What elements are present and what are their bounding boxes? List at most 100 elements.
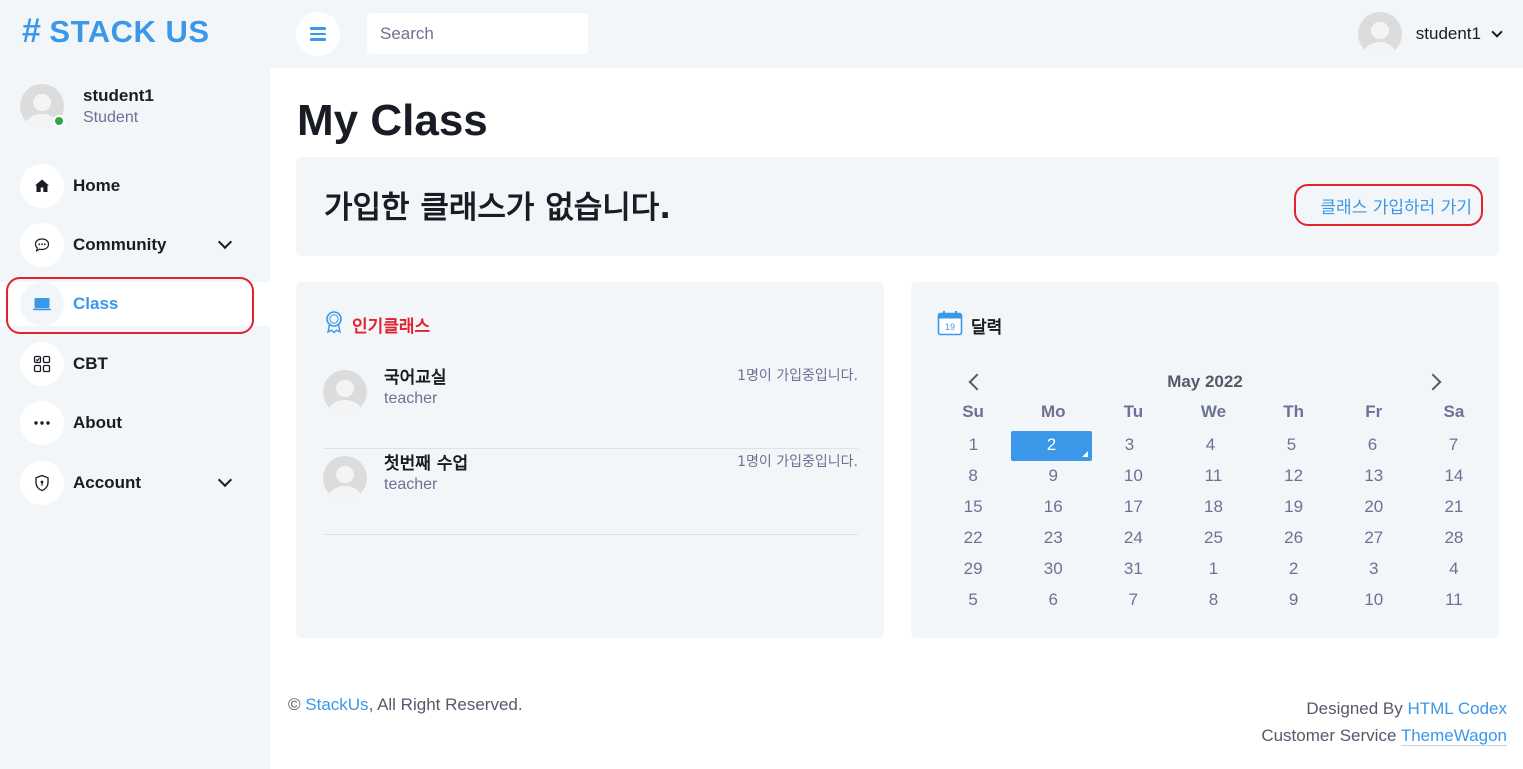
ellipsis-icon [20,401,64,445]
calendar-day[interactable]: 4 [1414,555,1494,586]
calendar-day[interactable]: 28 [1414,524,1494,555]
calendar-weekday: Sa [1443,402,1465,421]
sidebar-item-label: Account [73,473,141,492]
calendar-day[interactable]: 12 [1254,462,1334,493]
calendar-icon: 19 [937,310,963,341]
calendar-day[interactable]: 7 [1093,586,1173,617]
calendar-day[interactable]: 4 [1170,431,1251,462]
sidebar-user: student1 Student [20,84,154,128]
calendar-day[interactable]: 3 [1089,431,1170,462]
calendar-grid: Su Mo Tu We Th Fr Sa 1 2 3 4 5 6 7 8 9 10 11 12 13 14 15 16 17 1… [933,400,1494,617]
calendar-month-label: May 2022 [1167,372,1243,391]
online-status-dot [53,115,65,127]
copyright-symbol: © [288,695,301,714]
calendar-card: 19 달력 May 2022 Su Mo Tu We Th Fr Sa 1 2 3 4 5 6 7 8 9 10… [911,282,1499,638]
calendar-day[interactable]: 1 [1173,555,1253,586]
sidebar-item-class[interactable]: Class [0,282,270,326]
sidebar-item-account[interactable]: Account [20,461,250,505]
calendar-day[interactable]: 15 [933,493,1013,524]
calendar-weekday: Fr [1365,402,1383,421]
calendar-day[interactable]: 9 [1254,586,1334,617]
stackus-link[interactable]: StackUs [305,695,368,714]
calendar-day[interactable]: 2 [1254,555,1334,586]
calendar-day[interactable]: 29 [933,555,1013,586]
brand-name: STACK US [49,13,210,49]
calendar-day[interactable]: 10 [1093,462,1173,493]
calendar-day[interactable]: 8 [933,462,1013,493]
calendar-week-row: 15 16 17 18 19 20 21 [933,493,1494,524]
sidebar-item-label: Community [73,235,167,254]
calendar-day[interactable]: 27 [1334,524,1414,555]
brand-logo[interactable]: # STACK US [22,12,210,51]
calendar-day[interactable]: 11 [1173,462,1253,493]
class-teacher: teacher [384,390,438,407]
avatar [323,370,367,414]
sidebar-item-label: About [73,413,123,432]
calendar-day[interactable]: 6 [1013,586,1093,617]
no-class-notice: 가입한 클래스가 없습니다. 클래스 가입하러 가기 [296,157,1499,256]
calendar-day[interactable]: 9 [1013,462,1093,493]
class-list-item[interactable]: 첫번째 수업 teacher 1명이 가입중입니다. [323,449,858,535]
calendar-day[interactable]: 19 [1254,493,1334,524]
class-teacher: teacher [384,476,438,493]
menu-toggle-button[interactable] [296,12,340,56]
calendar-week-row: 5 6 7 8 9 10 11 [933,586,1494,617]
laptop-icon [20,282,64,326]
calendar-day[interactable]: 17 [1093,493,1173,524]
sidebar-user-role: Student [83,108,139,126]
calendar-day[interactable]: 26 [1254,524,1334,555]
calendar-day[interactable]: 31 [1093,555,1173,586]
calendar-weekday: Th [1283,402,1305,421]
sidebar-item-home[interactable]: Home [20,164,250,208]
calendar-day[interactable]: 16 [1013,493,1093,524]
calendar-day[interactable]: 10 [1334,586,1414,617]
calendar-day[interactable]: 22 [933,524,1013,555]
join-class-link[interactable]: 클래스 가입하러 가기 [1320,193,1472,218]
themewagon-link[interactable]: ThemeWagon [1400,726,1507,746]
calendar-day[interactable]: 5 [933,586,1013,617]
calendar-day[interactable]: 5 [1251,431,1332,462]
topbar: student1 [270,0,1523,68]
calendar-day[interactable]: 7 [1413,431,1494,462]
calendar-day[interactable]: 6 [1332,431,1413,462]
class-name: 국어교실 [384,368,447,388]
topbar-user-name: student1 [1415,24,1481,43]
calendar-day[interactable]: 24 [1093,524,1173,555]
sidebar-item-label: CBT [73,354,108,373]
calendar-icon-day: 19 [945,322,955,332]
calendar-day[interactable]: 20 [1334,493,1414,524]
chevron-down-icon [217,472,233,488]
search-input[interactable] [367,13,588,54]
page-title: My Class [297,96,488,145]
calendar-day[interactable]: 13 [1334,462,1414,493]
footer-copyright: © StackUs, All Right Reserved. [288,695,523,715]
sidebar-item-community[interactable]: Community [20,223,250,267]
designed-by-text: Designed By [1306,699,1403,718]
calendar-day[interactable]: 3 [1334,555,1414,586]
calendar-day[interactable]: 8 [1173,586,1253,617]
sidebar-item-about[interactable]: About [20,401,250,445]
calendar-day[interactable]: 25 [1173,524,1253,555]
calendar-weekday: Su [962,402,984,421]
calendar-day[interactable]: 14 [1414,462,1494,493]
award-icon [324,310,344,339]
calendar-week-row: 1234567 [933,431,1494,462]
calendar-day[interactable]: 21 [1414,493,1494,524]
calendar-day[interactable]: 18 [1173,493,1253,524]
class-member-count: 1명이 가입중입니다. [737,368,858,384]
calendar-day[interactable]: 2 [1011,431,1092,461]
customer-service-text: Customer Service [1261,726,1397,745]
calendar-day[interactable]: 1 [933,431,1014,462]
sidebar-item-label: Home [73,176,121,195]
calendar-week-row: 8 9 10 11 12 13 14 [933,462,1494,493]
checklist-icon [20,342,64,386]
rights-text: , All Right Reserved. [368,695,523,714]
calendar-weekday: Tu [1123,402,1144,421]
calendar-day[interactable]: 11 [1414,586,1494,617]
calendar-day[interactable]: 23 [1013,524,1093,555]
class-list-item[interactable]: 국어교실 teacher 1명이 가입중입니다. [323,363,858,449]
sidebar-item-cbt[interactable]: CBT [20,342,250,386]
user-menu-dropdown[interactable]: student1 [1357,12,1503,56]
html-codex-link[interactable]: HTML Codex [1407,699,1507,718]
calendar-day[interactable]: 30 [1013,555,1093,586]
